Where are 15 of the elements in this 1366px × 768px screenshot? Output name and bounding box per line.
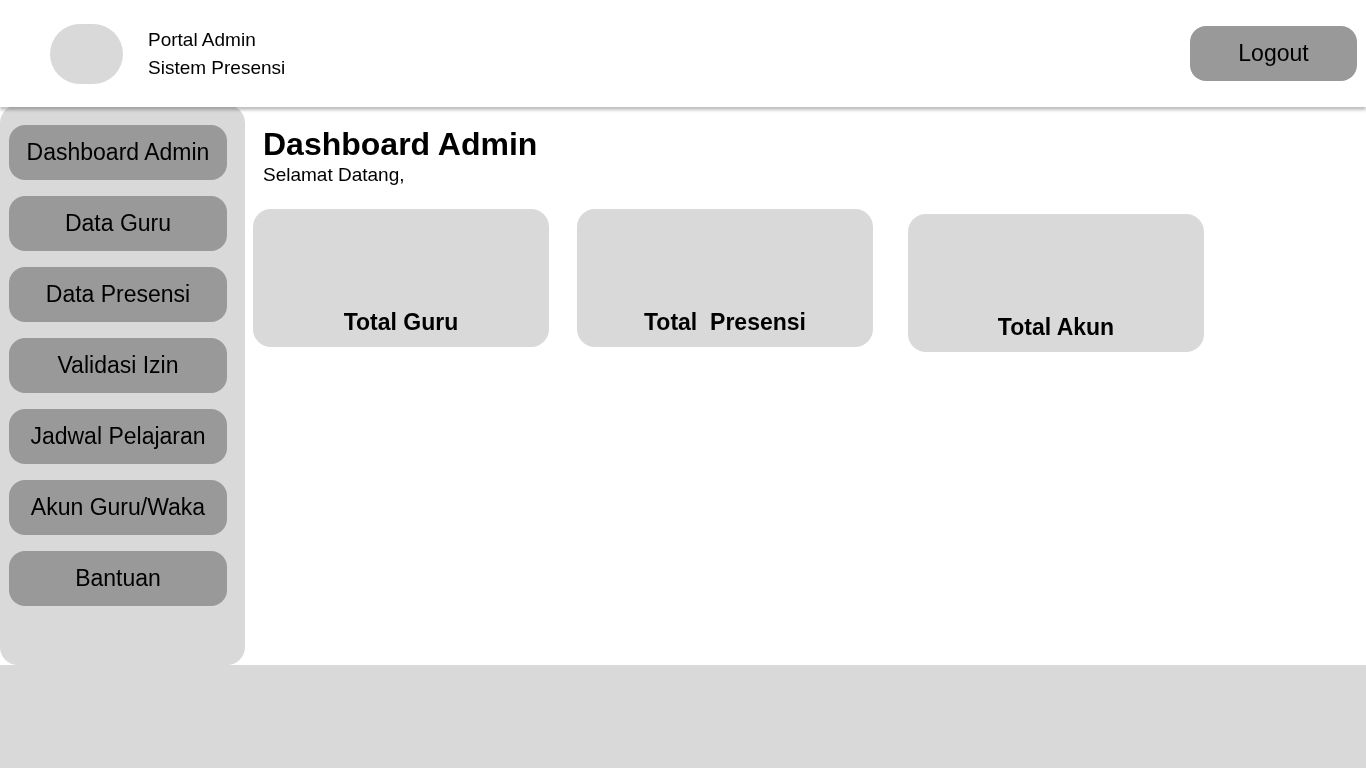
card-label: Total Guru bbox=[343, 307, 459, 337]
sidebar-item[interactable]: Dashboard Admin bbox=[9, 125, 227, 180]
sidebar-item[interactable]: Data Guru bbox=[9, 196, 227, 251]
page-heading: Dashboard Admin bbox=[263, 125, 539, 163]
card-label: Total Akun bbox=[997, 312, 1115, 342]
sidebar-item[interactable]: Akun Guru/Waka bbox=[9, 480, 227, 535]
greeting-text: Selamat Datang, bbox=[263, 163, 406, 187]
logout-button[interactable]: Logout bbox=[1190, 26, 1357, 81]
sidebar-item[interactable]: Data Presensi bbox=[9, 267, 227, 322]
portal-subtitle: Sistem Presensi bbox=[148, 55, 286, 80]
portal-title: Portal Admin bbox=[148, 27, 257, 52]
sidebar-item[interactable]: Jadwal Pelajaran bbox=[9, 409, 227, 464]
sidebar-item[interactable]: Validasi Izin bbox=[9, 338, 227, 393]
card-label: Total Presensi bbox=[644, 307, 806, 337]
sidebar-item[interactable]: Bantuan bbox=[9, 551, 227, 606]
